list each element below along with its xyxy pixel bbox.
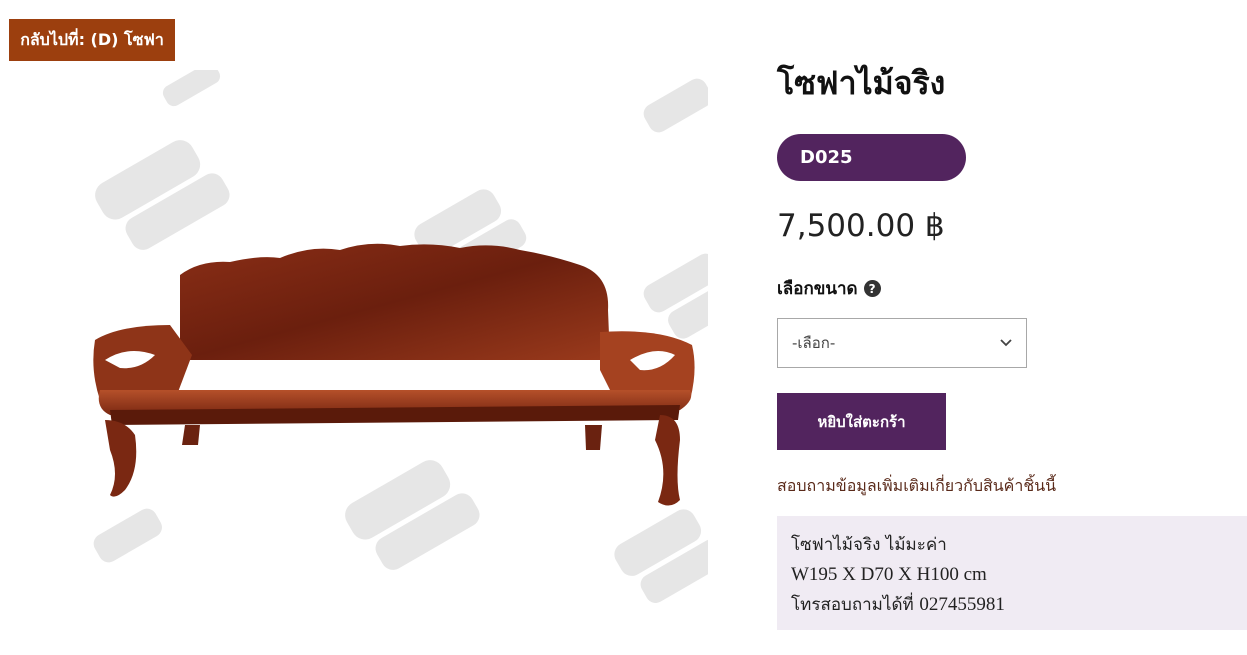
size-select-value: -เลือก- bbox=[792, 334, 836, 352]
contact-label: โทรสอบถามได้ที่ bbox=[791, 595, 914, 615]
description-contact: โทรสอบถามได้ที่ 027455981 bbox=[791, 590, 1233, 620]
add-to-cart-button[interactable]: หยิบใส่ตะกร้า bbox=[777, 393, 946, 450]
sku-badge: D025 bbox=[777, 134, 966, 181]
sofa-image bbox=[93, 70, 708, 603]
description-dimensions: W195 X D70 X H100 cm bbox=[791, 564, 987, 585]
product-description: โซฟาไม้จริง ไม้มะค่า W195 X D70 X H100 c… bbox=[777, 516, 1247, 630]
description-line-1: โซฟาไม้จริง ไม้มะค่า bbox=[791, 535, 947, 555]
product-price: 7,500.00 ฿ bbox=[777, 208, 945, 244]
product-title: โซฟาไม้จริง bbox=[777, 64, 946, 102]
product-image[interactable] bbox=[80, 70, 708, 655]
size-label: เลือกขนาด bbox=[777, 279, 858, 299]
chevron-down-icon bbox=[1000, 339, 1012, 347]
size-select[interactable]: -เลือก- bbox=[777, 318, 1027, 368]
back-to-category-button[interactable]: กลับไปที่: (D) โซฟา bbox=[9, 19, 175, 61]
inquiry-link[interactable]: สอบถามข้อมูลเพิ่มเติมเกี่ยวกับสินค้าชิ้น… bbox=[777, 474, 1056, 499]
contact-phone[interactable]: 027455981 bbox=[919, 594, 1005, 615]
question-circle-icon[interactable]: ? bbox=[863, 280, 881, 297]
size-label-row: เลือกขนาด ? bbox=[777, 275, 881, 302]
